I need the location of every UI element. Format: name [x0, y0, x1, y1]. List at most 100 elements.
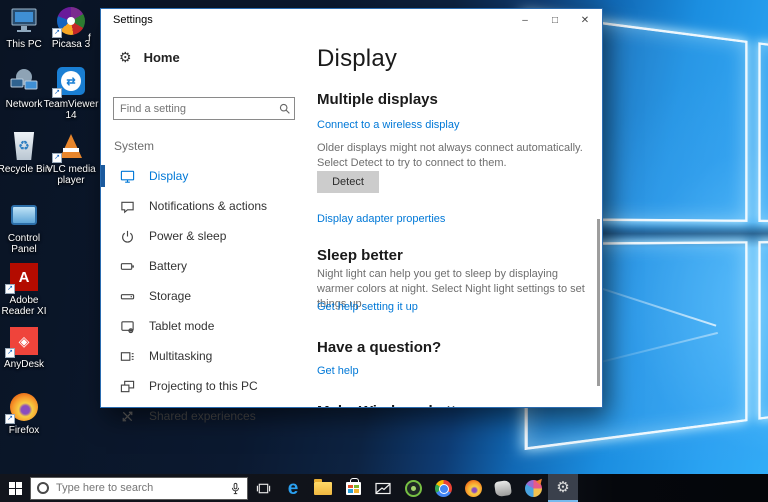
find-setting-input[interactable] [114, 102, 274, 115]
desktop-icon-label: Control Panel [7, 233, 41, 255]
edge-icon: e [287, 477, 299, 499]
shortcut-arrow-icon: ↗ [52, 153, 62, 163]
taskbar-settings-button[interactable]: ⚙ [548, 474, 578, 502]
this-pc-icon [7, 6, 41, 36]
desktop-icon-label: VLC media player [46, 164, 96, 186]
desktop-icon-picasa[interactable]: ↗ Picasa 3 [41, 6, 101, 50]
sidebar-item-projecting[interactable]: Projecting to this PC [101, 371, 314, 401]
sidebar-item-display[interactable]: Display [101, 161, 314, 191]
sidebar-item-storage[interactable]: Storage [101, 281, 314, 311]
shortcut-arrow-icon: ↗ [52, 88, 62, 98]
taskbar-search[interactable] [30, 476, 248, 500]
multiple-displays-body: Older displays might not always connect … [317, 142, 583, 169]
find-setting-searchbox[interactable] [113, 97, 295, 120]
sidebar-item-label: Power & sleep [149, 229, 227, 243]
taskbar-chrome-button[interactable] [428, 474, 458, 502]
desktop-icon-anydesk[interactable]: ◈ ↗ AnyDesk [0, 326, 54, 370]
settings-gear-icon: ⚙ [556, 478, 570, 496]
file-explorer-icon [314, 478, 332, 495]
get-help-link[interactable]: Get help [317, 365, 359, 377]
firefox-icon: ↗ [5, 392, 41, 424]
desktop-icon-teamviewer[interactable]: ⇄ ↗ TeamViewer 14 [41, 66, 101, 121]
sidebar-item-shared-experiences[interactable]: Shared experiences [101, 401, 314, 431]
partial-desktop-label: f [88, 33, 91, 44]
microphone-icon[interactable] [230, 482, 241, 495]
sidebar-item-label: Notifications & actions [149, 199, 268, 213]
desktop-icon-adobe-reader[interactable]: A ↗ Adobe Reader XI [0, 262, 54, 317]
maximize-button[interactable]: □ [540, 9, 570, 31]
vlc-icon: ↗ [52, 131, 88, 163]
sidebar-item-home[interactable]: ⚙ Home [119, 45, 180, 69]
start-button[interactable] [0, 474, 30, 502]
sidebar-item-label: Shared experiences [149, 409, 256, 423]
titlebar[interactable]: Settings – □ ✕ [101, 9, 602, 33]
taskbar-firefox-button[interactable] [458, 474, 488, 502]
taskbar-mail-button[interactable] [368, 474, 398, 502]
taskbar-search-input[interactable] [56, 482, 223, 494]
shortcut-arrow-icon: ↗ [5, 284, 15, 294]
gear-icon: ⚙ [119, 48, 132, 65]
settings-main-pane: Display Multiple displays Connect to a w… [314, 33, 602, 407]
android-app-icon [404, 479, 422, 497]
notifications-icon [119, 199, 135, 214]
desktop-icon-label: Network [5, 99, 43, 110]
desktop-icon-vlc[interactable]: ↗ VLC media player [41, 131, 101, 186]
windows-logo-pane [757, 42, 768, 223]
window-title: Settings [113, 14, 153, 26]
sidebar-item-multitasking[interactable]: Multitasking [101, 341, 314, 371]
sidebar-item-label: Projecting to this PC [149, 379, 258, 393]
cortana-icon [37, 482, 49, 494]
sidebar-item-label: Tablet mode [149, 319, 215, 333]
mail-icon [375, 482, 391, 494]
settings-window: Settings – □ ✕ ⚙ Home System Display [100, 8, 603, 423]
network-icon [7, 66, 41, 96]
taskbar-file-explorer-button[interactable] [308, 474, 338, 502]
desktop-icon-label: TeamViewer 14 [43, 99, 99, 121]
sleep-better-heading: Sleep better [317, 247, 403, 264]
window-scrollbar[interactable] [597, 219, 600, 386]
anydesk-icon: ◈ ↗ [5, 326, 41, 358]
connect-wireless-display-link[interactable]: Connect to a wireless display [317, 119, 459, 131]
taskbar-media-app-button[interactable] [518, 474, 548, 502]
windows-logo-pane [757, 239, 768, 420]
sidebar-item-label: Battery [149, 259, 188, 273]
desktop-icon-firefox[interactable]: ↗ Firefox [0, 392, 54, 436]
sidebar-item-label: Storage [149, 289, 192, 303]
display-adapter-properties-link[interactable]: Display adapter properties [317, 213, 445, 225]
desktop-icon-label: Firefox [8, 425, 40, 436]
teamviewer-icon: ⇄ ↗ [52, 66, 88, 98]
picasa-icon: ↗ [52, 6, 88, 38]
sidebar-item-power-sleep[interactable]: Power & sleep [101, 221, 314, 251]
shortcut-arrow-icon: ↗ [5, 348, 15, 358]
desktop-icon-label: Adobe Reader XI [1, 295, 47, 317]
close-button[interactable]: ✕ [570, 9, 600, 31]
storage-icon [119, 289, 135, 304]
sidebar-item-battery[interactable]: Battery [101, 251, 314, 281]
task-view-icon [256, 483, 270, 493]
search-icon [274, 102, 294, 115]
desktop-icon-label: AnyDesk [3, 359, 44, 370]
sidebar-section-label: System [114, 139, 155, 153]
taskbar-game-app-button[interactable] [488, 474, 518, 502]
have-a-question-heading: Have a question? [317, 339, 442, 356]
detect-button[interactable]: Detect [317, 171, 379, 193]
recycle-bin-icon: ♻ [7, 131, 41, 161]
minimize-button[interactable]: – [510, 9, 540, 31]
task-view-button[interactable] [248, 474, 278, 502]
sidebar-item-notifications[interactable]: Notifications & actions [101, 191, 314, 221]
desktop-icon-control-panel[interactable]: Control Panel [0, 200, 54, 255]
windows-start-icon [8, 481, 22, 495]
tablet-icon [119, 319, 135, 334]
get-help-setting-up-link[interactable]: Get help setting it up [317, 301, 418, 313]
desktop-icon-label: Picasa 3 [51, 39, 91, 50]
multiple-displays-heading: Multiple displays [317, 91, 438, 108]
chrome-icon [434, 479, 452, 497]
shared-experiences-icon [119, 409, 135, 424]
shortcut-arrow-icon: ↗ [5, 414, 15, 424]
battery-icon [119, 259, 135, 274]
taskbar-android-app-button[interactable] [398, 474, 428, 502]
media-app-icon [524, 479, 542, 497]
taskbar-edge-button[interactable]: e [278, 474, 308, 502]
taskbar-store-button[interactable] [338, 474, 368, 502]
sidebar-item-tablet-mode[interactable]: Tablet mode [101, 311, 314, 341]
